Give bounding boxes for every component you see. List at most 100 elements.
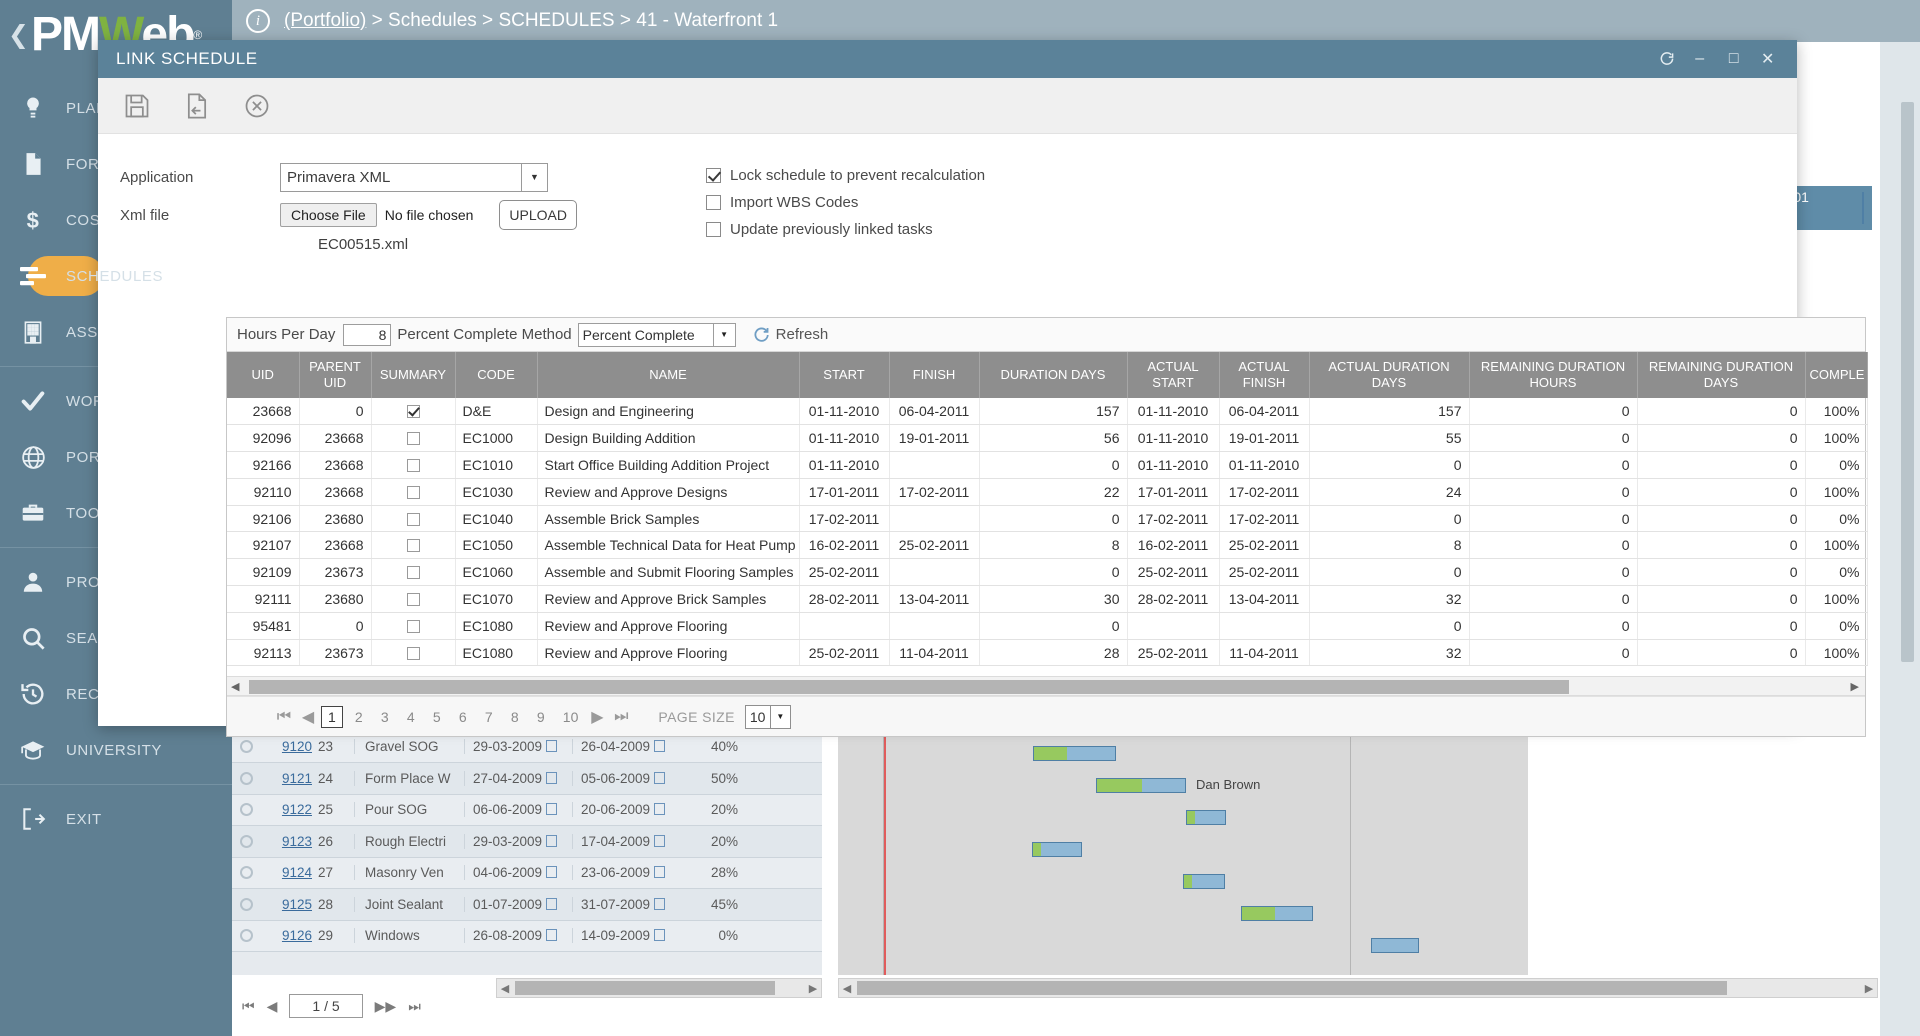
- calendar-icon[interactable]: [546, 835, 557, 847]
- cell-summary[interactable]: [371, 612, 455, 639]
- gantt-bar[interactable]: [1033, 746, 1116, 761]
- table-row[interactable]: 9216623668EC1010Start Office Building Ad…: [227, 452, 1867, 479]
- export-icon[interactable]: [180, 89, 214, 123]
- task-id-link[interactable]: 9125: [260, 897, 312, 912]
- last-page-icon[interactable]: ⏭: [610, 708, 632, 726]
- calendar-icon[interactable]: [654, 772, 665, 784]
- cell-summary[interactable]: [371, 559, 455, 586]
- scroll-right-icon[interactable]: ▶: [1851, 680, 1859, 693]
- task-finish-date[interactable]: 23-06-2009: [572, 865, 680, 880]
- sidebar-item-exit[interactable]: EXIT: [0, 791, 232, 847]
- option-row[interactable]: Import WBS Codes: [706, 189, 985, 216]
- task-id-link[interactable]: 9121: [260, 771, 312, 786]
- minimize-icon[interactable]: –: [1683, 45, 1717, 73]
- info-icon[interactable]: i: [246, 9, 270, 33]
- task-start-date[interactable]: 27-04-2009: [464, 771, 572, 786]
- row-handle-icon[interactable]: [232, 866, 260, 879]
- scroll-left-icon[interactable]: ◀: [839, 982, 855, 995]
- breadcrumb-project[interactable]: 41 - Waterfront 1: [636, 10, 778, 31]
- sidebar-item-university[interactable]: UNIVERSITY: [0, 722, 232, 778]
- column-header[interactable]: SUMMARY: [371, 352, 455, 398]
- next-page-icon[interactable]: ▶: [586, 707, 608, 727]
- maximize-icon[interactable]: □: [1717, 45, 1751, 73]
- list-item[interactable]: 912326Rough Electri29-03-200917-04-20092…: [232, 826, 822, 858]
- list-item[interactable]: 912528Joint Sealant01-07-200931-07-20094…: [232, 889, 822, 921]
- row-handle-icon[interactable]: [232, 772, 260, 785]
- page-scrollbar[interactable]: [1901, 102, 1914, 662]
- grid-horizontal-scrollbar[interactable]: ◀ ▶: [227, 676, 1865, 696]
- hours-per-day-input[interactable]: 8: [343, 324, 391, 346]
- calendar-icon[interactable]: [654, 929, 665, 941]
- choose-file-button[interactable]: Choose File: [280, 203, 377, 227]
- page-number-button[interactable]: 9: [531, 707, 551, 727]
- table-row[interactable]: 9210723668EC1050Assemble Technical Data …: [227, 532, 1867, 559]
- cell-summary[interactable]: [371, 639, 455, 666]
- column-header[interactable]: DURATION DAYS: [979, 352, 1127, 398]
- table-row[interactable]: 236680D&EDesign and Engineering01-11-201…: [227, 398, 1867, 425]
- option-checkbox[interactable]: [706, 195, 721, 210]
- footer-prev-page-icon[interactable]: ◀: [267, 998, 278, 1015]
- calendar-icon[interactable]: [654, 835, 665, 847]
- hscroll-thumb[interactable]: [857, 981, 1727, 995]
- task-finish-date[interactable]: 20-06-2009: [572, 802, 680, 817]
- page-number-button[interactable]: 10: [557, 707, 585, 727]
- cell-summary[interactable]: [371, 452, 455, 479]
- prev-page-icon[interactable]: ◀: [297, 707, 319, 727]
- cell-summary[interactable]: [371, 425, 455, 452]
- row-handle-icon[interactable]: [232, 835, 260, 848]
- gantt-bar[interactable]: [1183, 874, 1225, 889]
- breadcrumb[interactable]: (Portfolio) > Schedules > SCHEDULES > 41…: [284, 10, 778, 32]
- close-icon[interactable]: ✕: [1751, 45, 1785, 73]
- calendar-icon[interactable]: [546, 740, 557, 752]
- page-number-button[interactable]: 8: [505, 707, 525, 727]
- cell-summary[interactable]: [371, 532, 455, 559]
- task-start-date[interactable]: 01-07-2009: [464, 897, 572, 912]
- column-header[interactable]: PARENT UID: [299, 352, 371, 398]
- calendar-icon[interactable]: [654, 866, 665, 878]
- gantt-hscrollbar[interactable]: ◀ ▶: [838, 978, 1878, 998]
- gantt-bar[interactable]: [1096, 778, 1186, 793]
- task-finish-date[interactable]: 14-09-2009: [572, 928, 680, 943]
- task-start-date[interactable]: 29-03-2009: [464, 834, 572, 849]
- row-handle-icon[interactable]: [232, 740, 260, 753]
- task-id-link[interactable]: 9123: [260, 834, 312, 849]
- gantt-bar[interactable]: [1241, 906, 1313, 921]
- column-header[interactable]: REMAINING DURATION DAYS: [1637, 352, 1805, 398]
- cell-summary[interactable]: [371, 398, 455, 425]
- row-handle-icon[interactable]: [232, 898, 260, 911]
- column-header[interactable]: ACTUAL DURATION DAYS: [1309, 352, 1469, 398]
- scroll-left-icon[interactable]: ◀: [231, 680, 239, 693]
- column-header[interactable]: FINISH: [889, 352, 979, 398]
- calendar-icon[interactable]: [654, 740, 665, 752]
- summary-checkbox[interactable]: [407, 513, 420, 526]
- page-number-button[interactable]: 2: [349, 707, 369, 727]
- first-page-icon[interactable]: ⏮: [273, 708, 295, 726]
- summary-checkbox[interactable]: [407, 593, 420, 606]
- footer-first-page-icon[interactable]: ⏮: [242, 998, 255, 1015]
- task-id-link[interactable]: 9120: [260, 739, 312, 754]
- page-number-button[interactable]: 5: [427, 707, 447, 727]
- breadcrumb-portfolio[interactable]: (Portfolio): [284, 10, 366, 31]
- table-row[interactable]: 9211123680EC1070Review and Approve Brick…: [227, 586, 1867, 613]
- row-handle-icon[interactable]: [232, 803, 260, 816]
- cell-summary[interactable]: [371, 478, 455, 505]
- gantt-bar[interactable]: [1371, 938, 1419, 953]
- calendar-icon[interactable]: [654, 803, 665, 815]
- breadcrumb-schedules[interactable]: Schedules: [388, 10, 477, 31]
- page-number-button[interactable]: 4: [401, 707, 421, 727]
- calendar-icon[interactable]: [546, 866, 557, 878]
- page-number-button[interactable]: 3: [375, 707, 395, 727]
- option-row[interactable]: Lock schedule to prevent recalculation: [706, 162, 985, 189]
- gantt-bar[interactable]: [1032, 842, 1082, 857]
- table-row[interactable]: 9210623680EC1040Assemble Brick Samples17…: [227, 505, 1867, 532]
- column-header[interactable]: UID: [227, 352, 299, 398]
- task-id-link[interactable]: 9126: [260, 928, 312, 943]
- cancel-icon[interactable]: [240, 89, 274, 123]
- column-header[interactable]: CODE: [455, 352, 537, 398]
- chevron-down-icon[interactable]: ▼: [521, 164, 547, 191]
- column-header[interactable]: NAME: [537, 352, 799, 398]
- refresh-button[interactable]: Refresh: [752, 326, 829, 344]
- footer-last-page-icon[interactable]: ⏭: [408, 998, 421, 1015]
- summary-checkbox[interactable]: [407, 647, 420, 660]
- list-item[interactable]: 912427Masonry Ven04-06-200923-06-200928%: [232, 858, 822, 890]
